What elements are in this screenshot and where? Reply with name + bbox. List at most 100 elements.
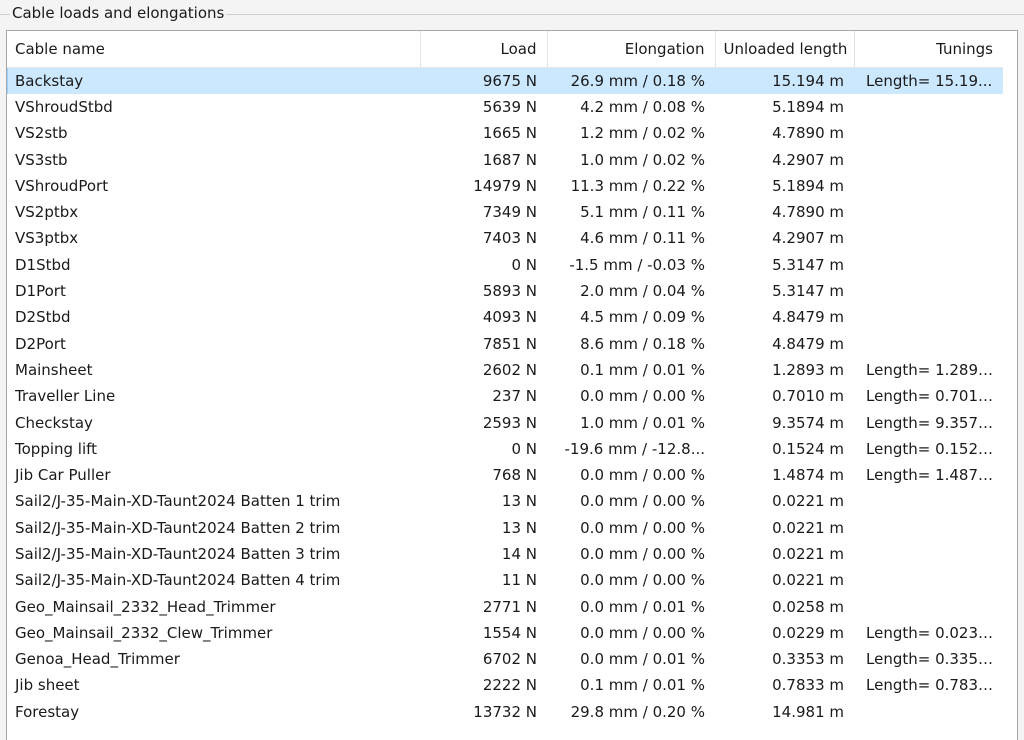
cell-unloaded-length: 4.2907 m — [772, 229, 844, 248]
column-header-load[interactable]: Load — [420, 31, 548, 68]
table-row[interactable]: Geo_Mainsail_2332_Head_Trimmer 2771 N 0.0 … — [7, 593, 1003, 619]
table-row[interactable]: VShroudPort 14979 N 11.3 mm / 0.22 % 5.1894… — [7, 173, 1003, 199]
cell-tunings — [854, 593, 1003, 619]
cell-elongation: 0.0 mm / 0.00 % — [580, 518, 705, 537]
cell-cable-name: Sail2/J-35-Main-XD-Taunt2024 Batten 3 tr… — [15, 544, 341, 563]
cell-elongation: 8.6 mm / 0.18 % — [580, 334, 705, 353]
cell-cable-name: VShroudStbd — [15, 97, 113, 116]
table-row[interactable]: D1Port 5893 N 2.0 mm / 0.04 % 5.3147 m — [7, 278, 1003, 304]
cell-tunings — [854, 541, 1003, 567]
cell-elongation: 0.0 mm / 0.00 % — [580, 466, 705, 485]
cell-tunings — [854, 304, 1003, 330]
cell-load: 4093 N — [482, 308, 537, 327]
cell-tunings — [854, 173, 1003, 199]
cell-tunings — [854, 699, 1003, 725]
cell-cable-name: Traveller Line — [15, 387, 116, 406]
column-header-cable-name[interactable]: Cable name — [7, 31, 421, 68]
cell-elongation: -19.6 mm / -12.8... — [564, 439, 705, 458]
table-row[interactable]: D2Stbd 4093 N 4.5 mm / 0.09 % 4.8479 m — [7, 304, 1003, 330]
cell-load: 14 N — [501, 544, 537, 563]
table-row[interactable]: D2Port 7851 N 8.6 mm / 0.18 % 4.8479 m — [7, 330, 1003, 356]
cable-table: Cable name Load Elongation Unloaded leng… — [7, 31, 1003, 725]
table-row[interactable]: Traveller Line 237 N 0.0 mm / 0.00 % 0.7010… — [7, 383, 1003, 409]
table-row[interactable]: VShroudStbd 5639 N 4.2 mm / 0.08 % 5.1894 m — [7, 94, 1003, 120]
table-row[interactable]: Sail2/J-35-Main-XD-Taunt2024 Batten 2 tr… — [7, 515, 1003, 541]
cell-unloaded-length: 5.1894 m — [772, 97, 844, 116]
table-row[interactable]: VS3stb 1687 N 1.0 mm / 0.02 % 4.2907 m — [7, 146, 1003, 172]
cell-unloaded-length: 4.7890 m — [772, 203, 844, 222]
cell-unloaded-length: 0.7833 m — [772, 676, 844, 695]
cell-tunings: Length= 1.487 m — [866, 466, 998, 485]
cell-tunings: Length= 0.783 m — [866, 676, 998, 695]
column-header-tunings[interactable]: Tunings — [854, 31, 1003, 68]
cell-tunings: Length= 1.289 m — [866, 360, 998, 379]
cell-cable-name: D2Port — [15, 334, 66, 353]
cell-unloaded-length: 0.0229 m — [772, 623, 844, 642]
column-header-elongation[interactable]: Elongation — [547, 31, 716, 68]
cell-unloaded-length: 5.1894 m — [772, 176, 844, 195]
table-row[interactable]: VS2stb 1665 N 1.2 mm / 0.02 % 4.7890 m — [7, 120, 1003, 146]
group-box-title: Cable loads and elongations — [10, 4, 227, 22]
table-row[interactable]: Genoa_Head_Trimmer 6702 N 0.0 mm / 0.01 % 0… — [7, 646, 1003, 672]
table-row[interactable]: Forestay 13732 N 29.8 mm / 0.20 % 14.981 m — [7, 699, 1003, 725]
cell-load: 1554 N — [482, 623, 537, 642]
cell-load: 13732 N — [473, 702, 537, 721]
cell-unloaded-length: 9.3574 m — [772, 413, 844, 432]
cell-load: 5893 N — [482, 282, 537, 301]
cell-tunings — [854, 120, 1003, 146]
cell-tunings — [854, 488, 1003, 514]
cell-tunings: Length= 0.152 m — [866, 439, 998, 458]
cell-cable-name: VS3stb — [15, 150, 68, 169]
table-row[interactable]: Topping lift 0 N -19.6 mm / -12.8... 0.1524… — [7, 436, 1003, 462]
cell-load: 2602 N — [482, 360, 537, 379]
cell-elongation: 4.5 mm / 0.09 % — [580, 308, 705, 327]
cell-load: 11 N — [501, 571, 537, 590]
table-row[interactable]: Mainsheet 2602 N 0.1 mm / 0.01 % 1.2893 m Le… — [7, 357, 1003, 383]
table-row[interactable]: Geo_Mainsail_2332_Clew_Trimmer 1554 N 0.0 … — [7, 620, 1003, 646]
cell-unloaded-length: 5.3147 m — [772, 282, 844, 301]
cell-unloaded-length: 1.4874 m — [772, 466, 844, 485]
cell-cable-name: Forestay — [15, 702, 80, 721]
cell-tunings — [854, 252, 1003, 278]
cell-unloaded-length: 0.7010 m — [772, 387, 844, 406]
cell-tunings — [854, 278, 1003, 304]
cell-load: 7851 N — [482, 334, 537, 353]
cell-tunings — [854, 225, 1003, 251]
cell-elongation: 26.9 mm / 0.18 % — [547, 67, 715, 94]
cell-unloaded-length: 4.8479 m — [772, 334, 844, 353]
cell-unloaded-length: 4.7890 m — [772, 124, 844, 143]
cell-load: 0 N — [511, 255, 537, 274]
cell-elongation: -1.5 mm / -0.03 % — [569, 255, 705, 274]
cell-tunings: Length= 15.19... — [854, 67, 1003, 94]
cell-cable-name: D1Stbd — [15, 255, 71, 274]
cell-load: 5639 N — [482, 97, 537, 116]
cell-load: 237 N — [492, 387, 537, 406]
table-row[interactable]: Sail2/J-35-Main-XD-Taunt2024 Batten 3 tr… — [7, 541, 1003, 567]
cell-tunings — [854, 146, 1003, 172]
cell-unloaded-length: 14.981 m — [772, 702, 844, 721]
cell-elongation: 4.2 mm / 0.08 % — [580, 97, 705, 116]
cell-elongation: 5.1 mm / 0.11 % — [580, 203, 705, 222]
table-row[interactable]: Sail2/J-35-Main-XD-Taunt2024 Batten 1 tr… — [7, 488, 1003, 514]
table-row[interactable]: Backstay 9675 N 26.9 mm / 0.18 % 15.194 m Le… — [7, 67, 1003, 94]
cell-tunings — [854, 330, 1003, 356]
table-row[interactable]: VS3ptbx 7403 N 4.6 mm / 0.11 % 4.2907 m — [7, 225, 1003, 251]
cell-cable-name: Backstay — [7, 67, 420, 94]
table-row[interactable]: Jib Car Puller 768 N 0.0 mm / 0.00 % 1.4874… — [7, 462, 1003, 488]
table-row[interactable]: Jib sheet 2222 N 0.1 mm / 0.01 % 0.7833 m Le… — [7, 672, 1003, 698]
table-row[interactable]: D1Stbd 0 N -1.5 mm / -0.03 % 5.3147 m — [7, 252, 1003, 278]
cell-elongation: 0.0 mm / 0.00 % — [580, 492, 705, 511]
cell-cable-name: Sail2/J-35-Main-XD-Taunt2024 Batten 1 tr… — [15, 492, 341, 511]
cell-cable-name: Jib sheet — [15, 676, 80, 695]
table-row[interactable]: Checkstay 2593 N 1.0 mm / 0.01 % 9.3574 m Le… — [7, 409, 1003, 435]
cable-loads-panel: Cable loads and elongations Cable name L… — [0, 0, 1024, 740]
cell-elongation: 0.1 mm / 0.01 % — [580, 676, 705, 695]
cell-elongation: 0.0 mm / 0.01 % — [580, 650, 705, 669]
cell-load: 13 N — [501, 518, 537, 537]
column-header-unloaded-length[interactable]: Unloaded length — [715, 31, 855, 68]
cell-load: 6702 N — [482, 650, 537, 669]
cable-list-view[interactable]: Cable name Load Elongation Unloaded leng… — [6, 30, 1018, 740]
cell-tunings — [854, 199, 1003, 225]
table-row[interactable]: VS2ptbx 7349 N 5.1 mm / 0.11 % 4.7890 m — [7, 199, 1003, 225]
table-row[interactable]: Sail2/J-35-Main-XD-Taunt2024 Batten 4 tr… — [7, 567, 1003, 593]
